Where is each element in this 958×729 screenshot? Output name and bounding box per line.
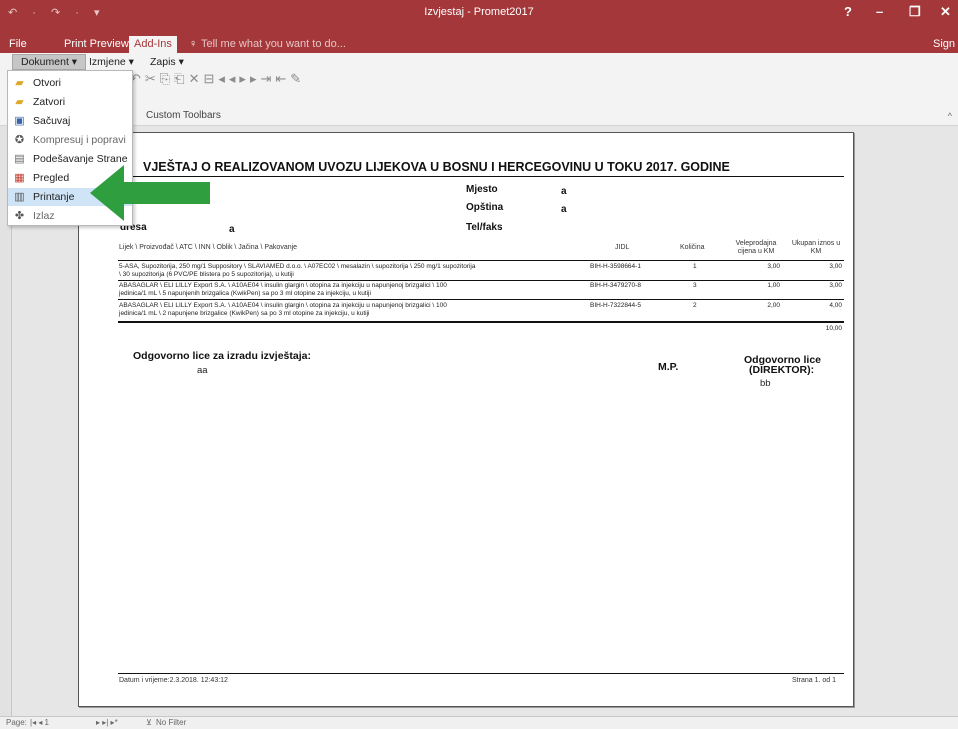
menu-item-label: Sačuvaj — [33, 115, 71, 127]
sign-in-link[interactable]: Sign — [933, 38, 955, 50]
col-header-cijena: Veleprodajna cijena u KM — [735, 240, 777, 255]
row2-ukupno: 3,00 — [829, 282, 842, 289]
menu-item-label: Kompresuj i popravi — [33, 134, 126, 146]
menu-item-label: Pregled — [33, 172, 70, 184]
preview-icon: ▦ — [14, 172, 25, 184]
title-bar: ↶ · ↷ · ▾ Izvjestaj - Promet2017 ? – ❐ ✕ — [0, 0, 958, 36]
annotation-arrow-icon — [90, 165, 210, 221]
adresa-value: a — [229, 224, 235, 235]
group-label: Custom Toolbars — [146, 110, 221, 121]
ribbon: Dokument ▾ Izmjene ▾ Zapis ▾ ↶✂⎘⎗✕⊟◂◂▸▸⇥… — [0, 53, 958, 126]
report-title: VJEŠTAJ O REALIZOVANOM UVOZU LIJEKOVA U … — [143, 160, 730, 174]
menu-item-label: Izlaz — [33, 210, 55, 222]
dokument-menu-button[interactable]: Dokument ▾ — [12, 54, 87, 70]
row-separator — [118, 280, 844, 281]
col-header-jidl: JIDL — [615, 244, 630, 251]
mjesto-value: a — [561, 186, 567, 197]
row1-kolicina: 1 — [693, 263, 697, 270]
repair-icon: ✪ — [14, 134, 25, 146]
save-icon: ▣ — [14, 115, 25, 127]
exit-icon: ✤ — [14, 210, 25, 222]
col-header-ukupno: Ukupan iznos u KM — [791, 240, 841, 255]
row3-lijek-line1: ABASAGLAR \ ELI LILLY Export S.A. \ A10A… — [119, 302, 447, 309]
status-bar: Page: |◂ ◂ 1 ▸ ▸| ▸* ⊻ No Filter — [0, 716, 958, 729]
collapse-ribbon-icon[interactable]: ^ — [948, 111, 952, 121]
row3-cijena: 2,00 — [767, 302, 780, 309]
col-header-lijek: Lijek \ Proizvođač \ ATC \ INN \ Oblik \… — [119, 244, 298, 251]
col-header-kolicina: Količina — [680, 244, 705, 251]
filter-icon: ⊻ — [146, 718, 152, 727]
page-setup-icon: ▤ — [14, 153, 25, 165]
row1-cijena: 3,00 — [767, 263, 780, 270]
opstina-value: a — [561, 204, 567, 215]
tab-print-preview[interactable]: Print Preview — [64, 38, 129, 50]
title-rule — [118, 176, 844, 177]
row1-ukupno: 3,00 — [829, 263, 842, 270]
menu-item-sacuvaj[interactable]: ▣ Sačuvaj — [8, 112, 132, 130]
total-amount: 10,00 — [825, 325, 842, 332]
row1-jidl: BIH-H-3598664-1 — [590, 263, 641, 270]
table-bottom-rule — [118, 321, 844, 323]
page-number: Strana 1. od 1 — [792, 677, 836, 684]
tell-me-input[interactable]: Tell me what you want to do... — [201, 38, 346, 50]
director-title: (DIREKTOR): — [749, 364, 815, 376]
custom-toolbar-icons[interactable]: ↶✂⎘⎗✕⊟◂◂▸▸⇥⇤✎ — [130, 71, 305, 87]
responsible-person-label: Odgovorno lice za izradu izvještaja: — [133, 350, 311, 362]
footer-rule — [118, 673, 844, 674]
help-button[interactable]: ? — [844, 4, 852, 19]
menu-item-kompresuj[interactable]: ✪ Kompresuj i popravi — [8, 131, 132, 149]
mp-stamp-label: M.P. — [658, 361, 679, 373]
telfaks-label: Tel/faks — [466, 222, 503, 233]
menu-item-label: Printanje — [33, 191, 75, 203]
menu-item-zatvori[interactable]: ▰ Zatvori — [8, 93, 132, 111]
row3-jidl: BIH-H-7322844-5 — [590, 302, 641, 309]
row3-ukupno: 4,00 — [829, 302, 842, 309]
menu-item-label: Otvori — [33, 77, 62, 89]
mjesto-label: Mjesto — [466, 184, 498, 195]
row1-lijek-line2: \ 30 supozitorija (6 PVC/PE blistera po … — [119, 271, 294, 278]
page-label: Page: — [6, 718, 27, 727]
ribbon-tabs: File Print Preview Add-Ins ♀ Tell me wha… — [0, 36, 958, 53]
row2-kolicina: 3 — [693, 282, 697, 289]
record-navigator-next[interactable]: ▸ ▸| ▸* — [96, 718, 118, 727]
menu-item-otvori[interactable]: ▰ Otvori — [8, 74, 132, 92]
menu-item-label: Zatvori — [33, 96, 66, 108]
row2-lijek-line2: jedinica/1 mL \ 5 napunjenih brizgalica … — [119, 290, 371, 297]
row1-lijek-line1: 5-ASA, Supozitorija, 250 mg/1 Suppositor… — [119, 263, 476, 270]
folder-icon: ▰ — [15, 96, 24, 108]
minimize-button[interactable]: – — [876, 4, 883, 19]
row3-kolicina: 2 — [693, 302, 697, 309]
tab-file[interactable]: File — [9, 38, 27, 50]
row2-lijek-line1: ABASAGLAR \ ELI LILLY Export S.A. \ A10A… — [119, 282, 447, 289]
zapis-menu-button[interactable]: Zapis ▾ — [150, 56, 184, 68]
report-datetime: Datum i vrijeme:2.3.2018. 12:43:12 — [119, 677, 228, 684]
header-rule — [118, 260, 844, 261]
no-filter-button[interactable]: No Filter — [156, 718, 186, 727]
tab-add-ins[interactable]: Add-Ins — [129, 36, 177, 53]
tell-me-icon: ♀ — [189, 38, 198, 50]
opstina-label: Opština — [466, 202, 504, 213]
row-separator — [118, 299, 844, 300]
record-navigator[interactable]: |◂ ◂ 1 — [30, 718, 49, 727]
row3-lijek-line2: jedinica/1 mL \ 2 napunjene brizgalice (… — [119, 310, 370, 317]
restore-button[interactable]: ❐ — [909, 4, 921, 20]
row2-jidl: BIH-H-3479270-8 — [590, 282, 641, 289]
printer-icon: ▥ — [14, 191, 25, 203]
izmjene-menu-button[interactable]: Izmjene ▾ — [89, 56, 134, 68]
director-value: bb — [760, 378, 771, 389]
close-button[interactable]: ✕ — [940, 4, 951, 20]
row2-cijena: 1,00 — [767, 282, 780, 289]
window-title: Izvjestaj - Promet2017 — [424, 6, 534, 18]
responsible-person-value: aa — [197, 365, 208, 376]
folder-open-icon: ▰ — [15, 77, 24, 89]
